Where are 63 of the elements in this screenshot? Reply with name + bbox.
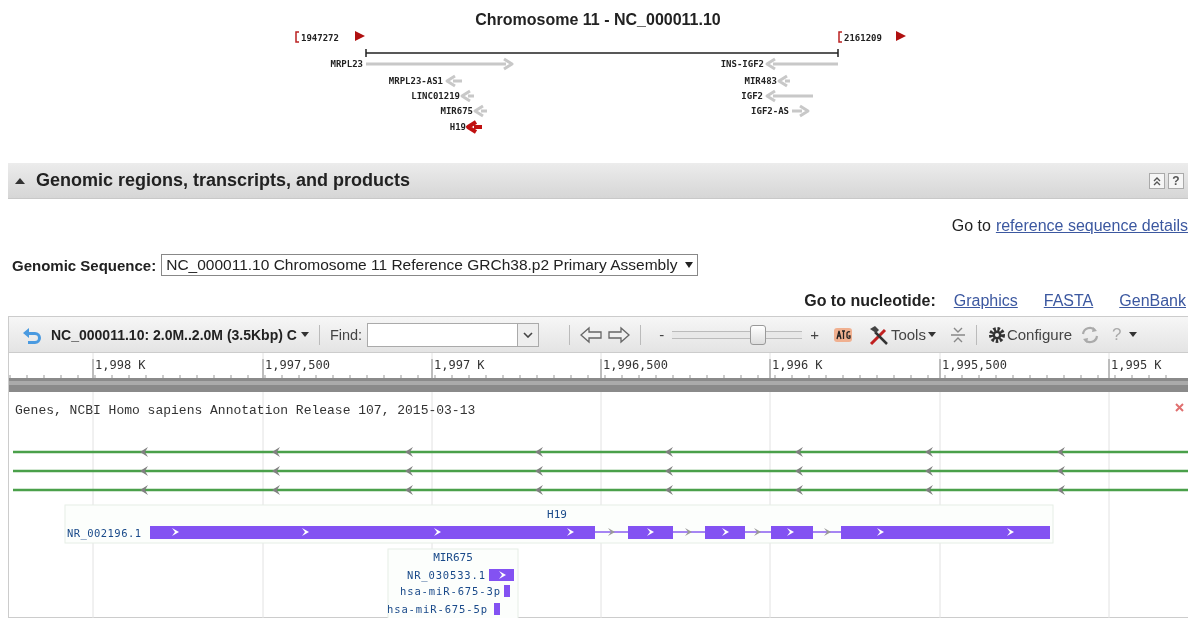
sequence-select[interactable]: NC_000011.10 Chromosome 11 Reference GRCh38.p2 Primary Assembly bbox=[161, 254, 699, 276]
refresh-icon[interactable] bbox=[1080, 324, 1100, 345]
ruler-label: 1,997 K bbox=[434, 358, 485, 372]
slider-thumb[interactable] bbox=[749, 324, 766, 345]
ruler-label: 1,997,500 bbox=[265, 358, 331, 372]
product-label[interactable]: hsa-miR-675-5p bbox=[387, 603, 487, 615]
sequence-icon[interactable] bbox=[832, 325, 853, 344]
nucleotide-link[interactable]: GenBank bbox=[1119, 292, 1186, 310]
caret-icon bbox=[685, 262, 694, 268]
sequence-label: Genomic Sequence: bbox=[12, 256, 157, 274]
gene-label[interactable]: MRPL23 bbox=[330, 59, 363, 69]
chevron-down-icon[interactable] bbox=[523, 331, 534, 338]
nucleotide-link[interactable]: FASTA bbox=[1043, 292, 1094, 310]
double-chevron-icon bbox=[1152, 175, 1162, 186]
gene-label[interactable]: MIR675 bbox=[433, 551, 473, 564]
caret-icon bbox=[927, 332, 936, 337]
arrow-left-icon[interactable] bbox=[580, 325, 603, 344]
settings-icon[interactable] bbox=[986, 324, 1007, 345]
transcript-label[interactable]: NR_030533.1 bbox=[407, 569, 485, 581]
map-title: Chromosome 11 - NC_000011.10 bbox=[475, 11, 721, 28]
gene-label[interactable]: INS-IGF2 bbox=[720, 59, 764, 69]
transcript-line[interactable] bbox=[13, 447, 1188, 457]
gene-arrow[interactable] bbox=[466, 120, 484, 134]
caret-icon bbox=[1129, 332, 1138, 337]
find-label: Find: bbox=[329, 326, 363, 343]
ruler-label: 1,996,500 bbox=[603, 358, 669, 372]
nucleotide-label: Go to nucleotide: bbox=[804, 292, 936, 310]
sequence-menu[interactable]: NC_000011.10: 2.0M..2.0M (3.5Kbp) C bbox=[51, 326, 309, 343]
gene-label[interactable]: H19 bbox=[449, 122, 466, 132]
configure-button[interactable]: Configure bbox=[1006, 326, 1072, 343]
nucleotide-link[interactable]: Graphics bbox=[953, 292, 1018, 310]
arrow-right-icon[interactable] bbox=[608, 325, 631, 344]
gene-label[interactable]: MRPL23-AS1 bbox=[388, 76, 443, 86]
goto-text: Go to bbox=[951, 217, 991, 236]
ruler-label: 1,998 K bbox=[95, 358, 146, 372]
ruler-label: 1,996 K bbox=[772, 358, 823, 372]
close-icon[interactable] bbox=[1175, 403, 1184, 412]
section-header[interactable]: Genomic regions, transcripts, and products ? bbox=[8, 163, 1188, 199]
caret-icon bbox=[300, 332, 309, 337]
tools-menu[interactable]: Tools bbox=[890, 326, 936, 343]
ruler-label: 1,995,500 bbox=[942, 358, 1008, 372]
gene-label[interactable]: IGF2 bbox=[741, 91, 763, 101]
gene-label[interactable]: MIR483 bbox=[744, 76, 777, 86]
scroll-top-button[interactable] bbox=[1149, 172, 1165, 189]
transcript-bar[interactable] bbox=[489, 569, 514, 581]
find-field[interactable] bbox=[367, 322, 540, 347]
zoom-out-button[interactable]: - bbox=[659, 326, 665, 343]
gene-label[interactable]: H19 bbox=[547, 508, 567, 521]
help-button[interactable]: ? bbox=[1168, 172, 1184, 189]
transcript-bar[interactable] bbox=[150, 526, 1050, 539]
zoom-in-button[interactable]: + bbox=[810, 326, 819, 343]
track-title: Genes, NCBI Homo sapiens Annotation Release 107, 2015-03-13 bbox=[15, 403, 476, 418]
transcript-line[interactable] bbox=[13, 466, 1188, 476]
gene-label[interactable]: LINC01219 bbox=[411, 91, 460, 101]
gene-label[interactable]: MIR675 bbox=[440, 106, 473, 116]
ruler-label: 1,995 K bbox=[1111, 358, 1162, 372]
back-icon[interactable] bbox=[21, 325, 43, 344]
gene-label[interactable]: IGF2-AS bbox=[751, 106, 789, 116]
section-title: Genomic regions, transcripts, and products bbox=[36, 170, 412, 191]
product-label[interactable]: hsa-miR-675-3p bbox=[400, 585, 500, 597]
transcript-label[interactable]: NR_002196.1 bbox=[67, 527, 141, 539]
reference-link[interactable]: reference sequence details bbox=[995, 217, 1188, 237]
transcript-line[interactable] bbox=[13, 485, 1188, 495]
